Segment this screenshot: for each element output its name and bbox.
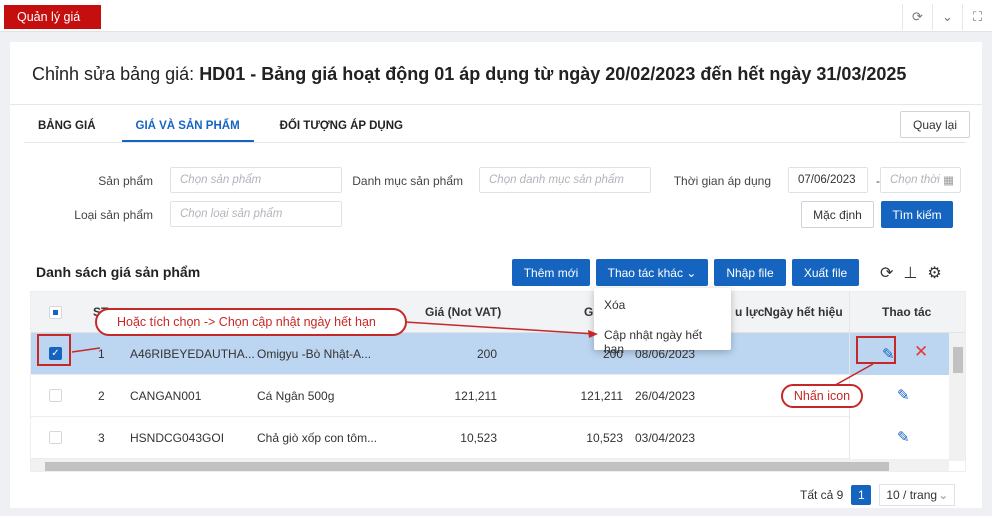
checkbox-highlight — [37, 334, 71, 366]
header-actions: Thao tác — [882, 305, 932, 319]
cell-stt: 1 — [98, 347, 105, 361]
date-to-placeholder: Chọn thời — [890, 174, 940, 186]
cell-name: Chả giò xốp con tôm... — [257, 431, 378, 445]
cell-price: 121,211 — [454, 389, 498, 403]
cell-price-vat: 121,211 — [580, 389, 624, 403]
add-button[interactable]: Thêm mới — [512, 259, 590, 286]
calendar-icon[interactable]: ▦ — [943, 173, 954, 187]
cell-code: A46RIBEYEDAUTHA... — [130, 347, 255, 361]
main-card: Chỉnh sửa bảng giá: HD01 - Bảng giá hoạt… — [10, 42, 982, 508]
page-title: Chỉnh sửa bảng giá: HD01 - Bảng giá hoạt… — [32, 64, 906, 85]
row-checkbox[interactable] — [49, 431, 62, 444]
app-tab[interactable]: Quản lý giá — [4, 5, 101, 29]
date-from-input[interactable]: 07/06/2023 — [788, 167, 868, 193]
refresh-icon[interactable]: ⟳ — [902, 4, 932, 30]
edit-icon-highlight — [856, 336, 896, 364]
product-select[interactable]: Chọn sản phẩm — [170, 167, 342, 193]
default-button[interactable]: Mặc định — [801, 201, 874, 228]
page-size-select[interactable]: 10 / trang ⌄ — [879, 484, 956, 506]
chevron-down-icon: ⌄ — [938, 488, 949, 502]
delete-icon[interactable]: ✕ — [914, 342, 928, 362]
back-button[interactable]: Quay lại — [900, 111, 970, 138]
cell-code: HSNDCG043GOI — [130, 431, 225, 445]
total-count: Tất cả 9 — [800, 488, 844, 502]
tab-gia-va-san-pham[interactable]: GIÁ VÀ SẢN PHẨM — [121, 112, 254, 142]
top-bar: Quản lý giá ⟳ ⌄ ⛶ — [0, 0, 992, 32]
time-label: Thời gian áp dụng — [673, 174, 771, 188]
import-button[interactable]: Nhập file — [714, 259, 786, 286]
page-size-label: 10 / trang — [886, 488, 938, 502]
table-row[interactable]: 3 HSNDCG043GOI Chả giò xốp con tôm... 10… — [31, 417, 965, 459]
more-actions-button[interactable]: Thao tác khác ⌄ — [596, 259, 708, 286]
more-actions-label: Thao tác khác — [607, 265, 683, 280]
tab-bar: BẢNG GIÁ GIÁ VÀ SẢN PHẨM ĐỐI TƯỢNG ÁP DỤ… — [24, 112, 429, 142]
type-label: Loại sản phẩm — [74, 208, 153, 222]
table-row[interactable]: ✓ 1 A46RIBEYEDAUTHA... Omigyu -Bò Nhật-A… — [31, 333, 965, 375]
type-select[interactable]: Chọn loại sản phẩm — [170, 201, 342, 227]
cell-price: 10,523 — [460, 431, 497, 445]
page-button[interactable]: 1 — [851, 485, 872, 505]
export-button[interactable]: Xuất file — [792, 259, 859, 286]
cell-name: Cá Ngân 500g — [257, 389, 335, 403]
cell-stt: 2 — [98, 389, 105, 403]
search-button[interactable]: Tìm kiếm — [881, 201, 953, 228]
fullscreen-icon[interactable]: ⛶ — [962, 4, 992, 30]
cell-price: 200 — [476, 347, 497, 361]
tab-bang-gia[interactable]: BẢNG GIÁ — [24, 112, 110, 142]
actions-column: Thao tác ✎ ✕ ✎ ✎ — [849, 292, 950, 471]
title-main: HD01 - Bảng giá hoạt động 01 áp dụng từ … — [199, 64, 907, 84]
select-all-checkbox[interactable] — [49, 306, 62, 319]
date-separator: - — [876, 174, 880, 188]
row-checkbox[interactable] — [49, 389, 62, 402]
menu-item-update-expiry[interactable]: Cập nhật ngày hết hạn — [594, 318, 731, 356]
settings-icon[interactable]: ⚙ — [927, 263, 941, 283]
cell-date: 03/04/2023 — [635, 431, 696, 445]
list-title: Danh sách giá sản phẩm — [36, 264, 201, 280]
tab-doi-tuong-ap-dung[interactable]: ĐỐI TƯỢNG ÁP DỤNG — [266, 112, 417, 142]
product-label: Sản phẩm — [98, 174, 153, 188]
edit-icon[interactable]: ✎ — [897, 428, 910, 446]
column-height-icon[interactable]: ⊥ — [903, 263, 917, 283]
header-expiry: Ngày hết hiệu — [764, 305, 843, 319]
edit-icon[interactable]: ✎ — [897, 386, 910, 404]
menu-item-delete[interactable]: Xóa — [594, 288, 731, 318]
chevron-down-icon: ⌄ — [686, 265, 697, 280]
header-price: Giá (Not VAT) — [425, 305, 502, 319]
cell-price-vat: 10,523 — [586, 431, 623, 445]
pagination: Tất cả 9 1 10 / trang ⌄ — [800, 484, 956, 506]
chevron-down-icon[interactable]: ⌄ — [932, 4, 962, 30]
cell-stt: 3 — [98, 431, 105, 445]
date-to-input[interactable]: Chọn thời ▦ — [880, 167, 961, 193]
annotation-callout: Hoặc tích chọn -> Chọn cập nhật ngày hết… — [95, 308, 407, 336]
category-select[interactable]: Chọn danh mục sản phẩm — [479, 167, 651, 193]
header-effective: u lực — [735, 305, 765, 319]
cell-code: CANGAN001 — [130, 389, 202, 403]
title-prefix: Chỉnh sửa bảng giá: — [32, 64, 195, 84]
annotation-callout-icon: Nhấn icon — [781, 384, 863, 408]
refresh-icon[interactable]: ⟳ — [880, 263, 893, 283]
horizontal-scrollbar[interactable] — [31, 459, 949, 471]
vertical-scrollbar[interactable] — [949, 333, 965, 461]
cell-name: Omigyu -Bò Nhật-A... — [257, 347, 372, 361]
cell-date: 26/04/2023 — [635, 389, 696, 403]
category-label: Danh mục sản phẩm — [352, 174, 463, 188]
more-actions-menu: Xóa Cập nhật ngày hết hạn — [594, 288, 731, 356]
